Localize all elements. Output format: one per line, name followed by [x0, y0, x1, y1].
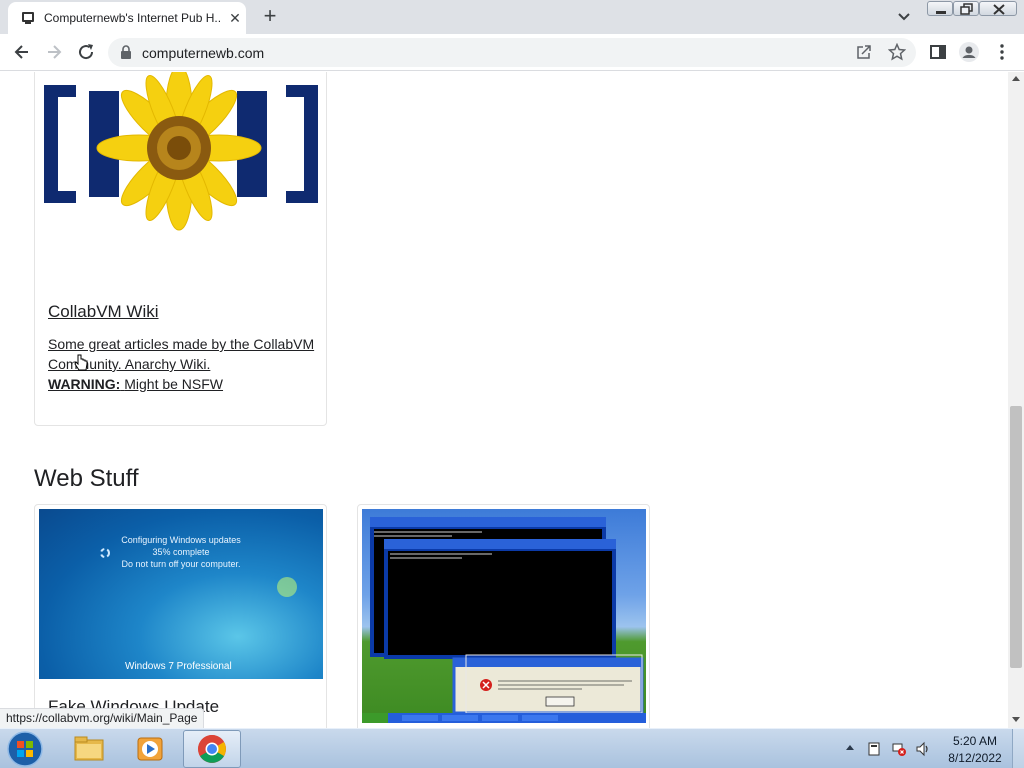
active-tab[interactable]: Computernewb's Internet Pub H... ✕	[8, 2, 246, 34]
collabvm-wiki-card[interactable]: CollabVM Wiki Some great articles made b…	[34, 72, 327, 426]
sunflower-logo-image[interactable]	[39, 72, 323, 263]
browser-toolbar: computernewb.com	[0, 34, 1024, 71]
tab-close-button[interactable]: ✕	[226, 9, 244, 27]
bookmark-star-icon[interactable]	[888, 43, 906, 61]
taskbar-clock-time[interactable]: 5:20 AM	[940, 734, 1010, 748]
url-text[interactable]: computernewb.com	[142, 45, 264, 61]
show-hidden-icons-arrow-icon[interactable]	[846, 745, 854, 750]
windows-update-screenshot-image[interactable]: Configuring Windows updates 35% complete…	[39, 509, 323, 679]
folder-icon	[74, 736, 104, 761]
tab-strip: Computernewb's Internet Pub H... ✕ +	[0, 0, 1024, 34]
action-center-flag-icon[interactable]	[866, 741, 882, 757]
scrollbar-thumb[interactable]	[1010, 406, 1022, 668]
scroll-down-arrow-icon[interactable]	[1012, 717, 1020, 722]
show-desktop-button[interactable]	[1012, 729, 1024, 768]
xp-error-screenshot-image[interactable]	[362, 509, 646, 723]
site-favicon-icon	[22, 12, 34, 24]
more-menu-icon[interactable]	[996, 43, 1008, 61]
page-viewport: CollabVM Wiki Some great articles made b…	[0, 72, 1008, 728]
taskbar-explorer-button[interactable]	[60, 730, 118, 768]
fake-windows-update-card[interactable]: Configuring Windows updates 35% complete…	[34, 504, 327, 728]
xp-desktop-windows-graphic	[362, 517, 646, 723]
taskbar-media-player-button[interactable]	[121, 730, 179, 768]
lock-icon[interactable]	[120, 45, 132, 59]
windows-taskbar: 5:20 AM 8/12/2022	[0, 728, 1024, 768]
start-orb-icon[interactable]	[5, 730, 45, 768]
taskbar-chrome-button[interactable]	[183, 730, 241, 768]
link-status-bubble: https://collabvm.org/wiki/Main_Page	[0, 708, 205, 728]
forward-arrow-icon[interactable]	[44, 42, 64, 62]
media-player-icon	[137, 737, 163, 761]
share-icon[interactable]	[856, 44, 872, 60]
volume-speaker-icon[interactable]	[915, 741, 931, 757]
side-panel-icon[interactable]	[929, 43, 947, 61]
page-scrollbar[interactable]	[1008, 72, 1024, 728]
chrome-icon	[198, 735, 226, 763]
warning-label: WARNING:	[48, 376, 121, 392]
xp-errors-card[interactable]	[357, 504, 650, 728]
windows-glow-icon	[277, 577, 297, 597]
wiki-card-title-link[interactable]: CollabVM Wiki	[48, 302, 159, 322]
update-status-line2: 35% complete	[152, 547, 210, 557]
address-bar[interactable]: computernewb.com	[108, 38, 916, 67]
reload-icon[interactable]	[76, 42, 96, 62]
tab-title: Computernewb's Internet Pub H...	[44, 11, 220, 25]
wiki-card-warning-link[interactable]: WARNING: Might be NSFW	[48, 374, 223, 394]
window-minimize-button[interactable]	[927, 1, 953, 16]
network-disconnected-icon[interactable]	[891, 741, 907, 757]
new-tab-button[interactable]: +	[258, 5, 282, 28]
hand-pointer-cursor-icon	[74, 354, 88, 371]
window-restore-button[interactable]	[953, 1, 979, 16]
warning-text: Might be NSFW	[124, 376, 224, 392]
section-heading-web-stuff: Web Stuff	[34, 465, 139, 492]
scroll-up-arrow-icon[interactable]	[1012, 76, 1020, 81]
back-arrow-icon[interactable]	[12, 42, 32, 62]
wiki-card-description-link[interactable]: Some great articles made by the CollabVM…	[48, 334, 318, 374]
update-status-line3: Do not turn off your computer.	[121, 559, 241, 569]
window-close-button[interactable]	[979, 1, 1017, 16]
windows-brand-text: Windows 7 Professional	[125, 661, 232, 672]
profile-avatar-icon[interactable]	[959, 42, 979, 62]
taskbar-clock-date[interactable]: 8/12/2022	[940, 751, 1010, 765]
tab-search-chevron-icon[interactable]	[895, 9, 913, 25]
update-status-line1: Configuring Windows updates	[121, 535, 241, 545]
